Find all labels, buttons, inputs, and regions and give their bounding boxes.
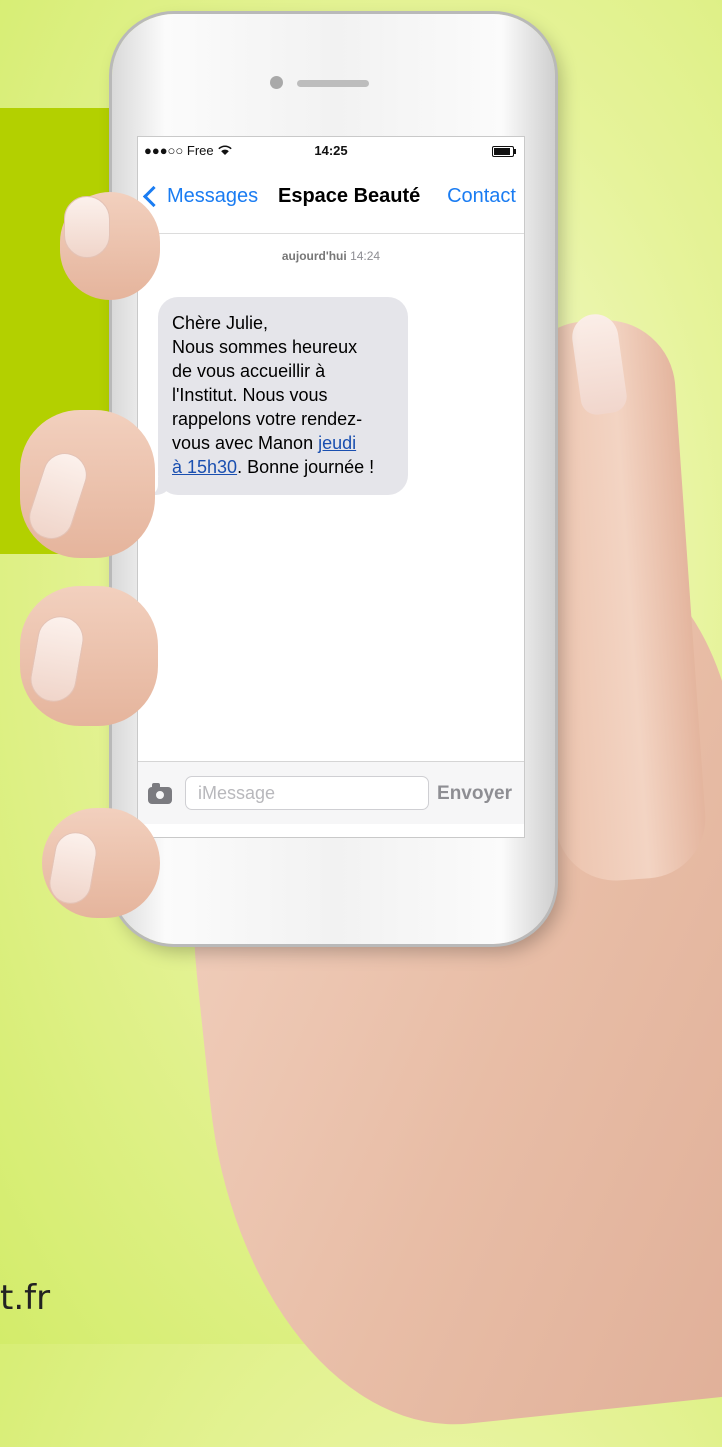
message-line: de vous accueillir à xyxy=(172,361,326,381)
footer-domain-text: t.fr xyxy=(0,1278,51,1318)
contact-button[interactable]: Contact xyxy=(447,185,516,208)
timestamp-day: aujourd'hui xyxy=(281,249,347,263)
message-bubble: Chère Julie, Nous sommes heureux de vous… xyxy=(144,297,408,495)
timestamp-time: 14:24 xyxy=(350,249,381,263)
date-link[interactable]: jeudi xyxy=(318,433,356,453)
conversation-title: Espace Beauté xyxy=(278,185,421,207)
message-line: vous avec Manon xyxy=(172,433,319,453)
message-line: rappelons votre rendez- xyxy=(172,409,363,429)
message-line: Nous sommes heureux xyxy=(172,337,358,357)
date-link-continued[interactable]: à 15h30 xyxy=(172,457,237,477)
phone-camera xyxy=(270,76,283,89)
send-button[interactable]: Envoyer xyxy=(431,782,518,806)
message-line: l'Institut. Nous vous xyxy=(172,385,328,405)
status-time: 14:25 xyxy=(314,143,348,158)
screen: ●●●○○ Free 14:25 Messages Espace Beauté … xyxy=(137,136,525,838)
chevron-left-icon xyxy=(142,185,165,208)
message-input[interactable] xyxy=(185,776,429,810)
status-bar: ●●●○○ Free 14:25 xyxy=(138,137,524,163)
phone: ●●●○○ Free 14:25 Messages Espace Beauté … xyxy=(112,14,555,944)
nav-bar: Messages Espace Beauté Contact xyxy=(138,163,524,234)
phone-speaker xyxy=(297,80,369,87)
finger-index-nail xyxy=(64,196,110,258)
message-end: . Bonne journée ! xyxy=(237,457,375,477)
input-bar: Envoyer xyxy=(138,761,524,824)
message-line: Chère Julie, xyxy=(172,313,269,333)
message-line-with-link: vous avec Manon jeudi xyxy=(172,431,394,455)
camera-icon[interactable] xyxy=(148,783,172,804)
back-label: Messages xyxy=(167,185,259,207)
battery-icon xyxy=(492,146,516,157)
message-timestamp: aujourd'hui 14:24 xyxy=(138,249,524,263)
message-line-end: à 15h30. Bonne journée ! xyxy=(172,455,394,479)
back-button[interactable]: Messages xyxy=(142,185,259,208)
